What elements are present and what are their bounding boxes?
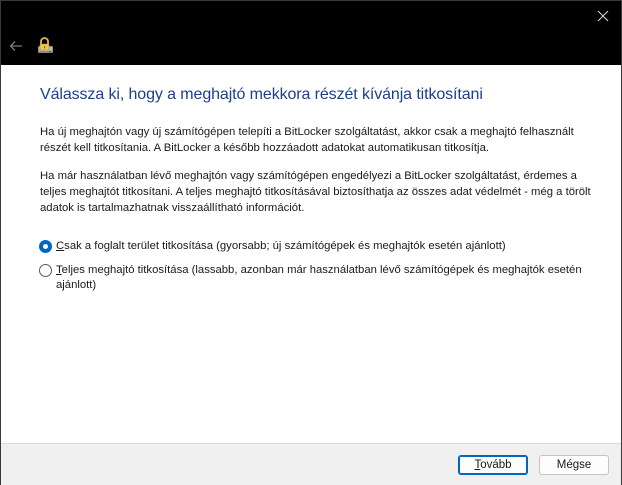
info-paragraph-new-drive: Ha új meghajtón vagy új számítógépen tel…: [40, 126, 574, 154]
button-bar: Tovább Mégse: [1, 443, 621, 485]
back-arrow-icon: [9, 41, 22, 51]
radio-entire-drive[interactable]: [39, 264, 52, 277]
cancel-button[interactable]: Mégse: [539, 455, 609, 475]
next-button[interactable]: Tovább: [458, 455, 528, 475]
wizard-content: Válassza ki, hogy a meghajtó mekkora rés…: [1, 65, 621, 443]
info-paragraph-used-drive: Ha már használatban lévő meghajtón vagy …: [40, 170, 591, 214]
close-button[interactable]: [589, 3, 617, 29]
next-button-label: Tovább: [474, 459, 512, 471]
title-bar: [1, 1, 621, 65]
radio-used-space-only[interactable]: [39, 240, 52, 253]
option-used-space-only[interactable]: Csak a foglalt terület titkosítása (gyor…: [39, 239, 609, 254]
page-title: Válassza ki, hogy a meghajtó mekkora rés…: [40, 86, 483, 103]
bitlocker-drive-icon: [38, 37, 53, 53]
bitlocker-dialog: Válassza ki, hogy a meghajtó mekkora rés…: [0, 0, 622, 485]
option-entire-drive-label: Teljes meghajtó titkosítása (lassabb, az…: [56, 264, 582, 291]
option-used-space-only-label: Csak a foglalt terület titkosítása (gyor…: [56, 240, 506, 252]
option-entire-drive[interactable]: Teljes meghajtó titkosítása (lassabb, az…: [39, 263, 609, 293]
back-button[interactable]: [5, 35, 27, 57]
close-icon: [597, 10, 609, 22]
